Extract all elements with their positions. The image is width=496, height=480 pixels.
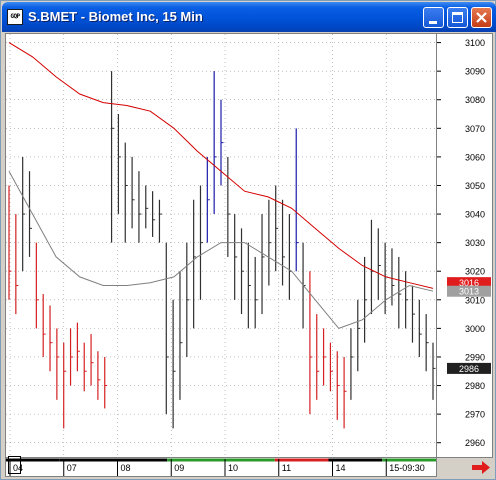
price-tick-label: 3000 <box>465 324 485 334</box>
time-axis-label: 10 <box>228 463 238 473</box>
time-axis-label: 04 <box>13 463 23 473</box>
arrow-right-icon[interactable] <box>469 458 493 477</box>
moving-average-short-line <box>8 170 434 329</box>
price-tick-label: 3010 <box>465 295 485 305</box>
price-tick-label: 2990 <box>465 352 485 362</box>
time-axis-label: 15-09:30 <box>389 463 425 473</box>
price-tick-label: 3100 <box>465 38 485 48</box>
price-tick-label: 3090 <box>465 67 485 77</box>
time-axis-label: 08 <box>121 463 131 473</box>
price-marker-label: 2986 <box>459 364 479 374</box>
time-axis-label: 09 <box>174 463 184 473</box>
price-tick-label: 3080 <box>465 95 485 105</box>
price-tick-label: 3060 <box>465 152 485 162</box>
price-tick-label: 3030 <box>465 238 485 248</box>
price-tick-label: 3070 <box>465 124 485 134</box>
price-tick-label: 2980 <box>465 381 485 391</box>
price-tick-label: 2970 <box>465 410 485 420</box>
chart-window: GQP S.BMET - Biomet Inc, 15 Min 3100 3090… <box>0 0 496 480</box>
time-axis-label: 11 <box>282 463 291 473</box>
price-tick-label: 3020 <box>465 267 485 277</box>
price-tick-label: 2960 <box>465 438 485 448</box>
price-tick-label: 3040 <box>465 210 485 220</box>
price-chart: 3100 3090 3080 3070 3060 3050 3040 3030 3020 3010… <box>6 34 491 476</box>
price-marker-label: 3013 <box>459 287 479 297</box>
time-axis-label: 14 <box>336 463 346 473</box>
price-tick-label: 3050 <box>465 181 485 191</box>
time-axis-label: 07 <box>67 463 77 473</box>
